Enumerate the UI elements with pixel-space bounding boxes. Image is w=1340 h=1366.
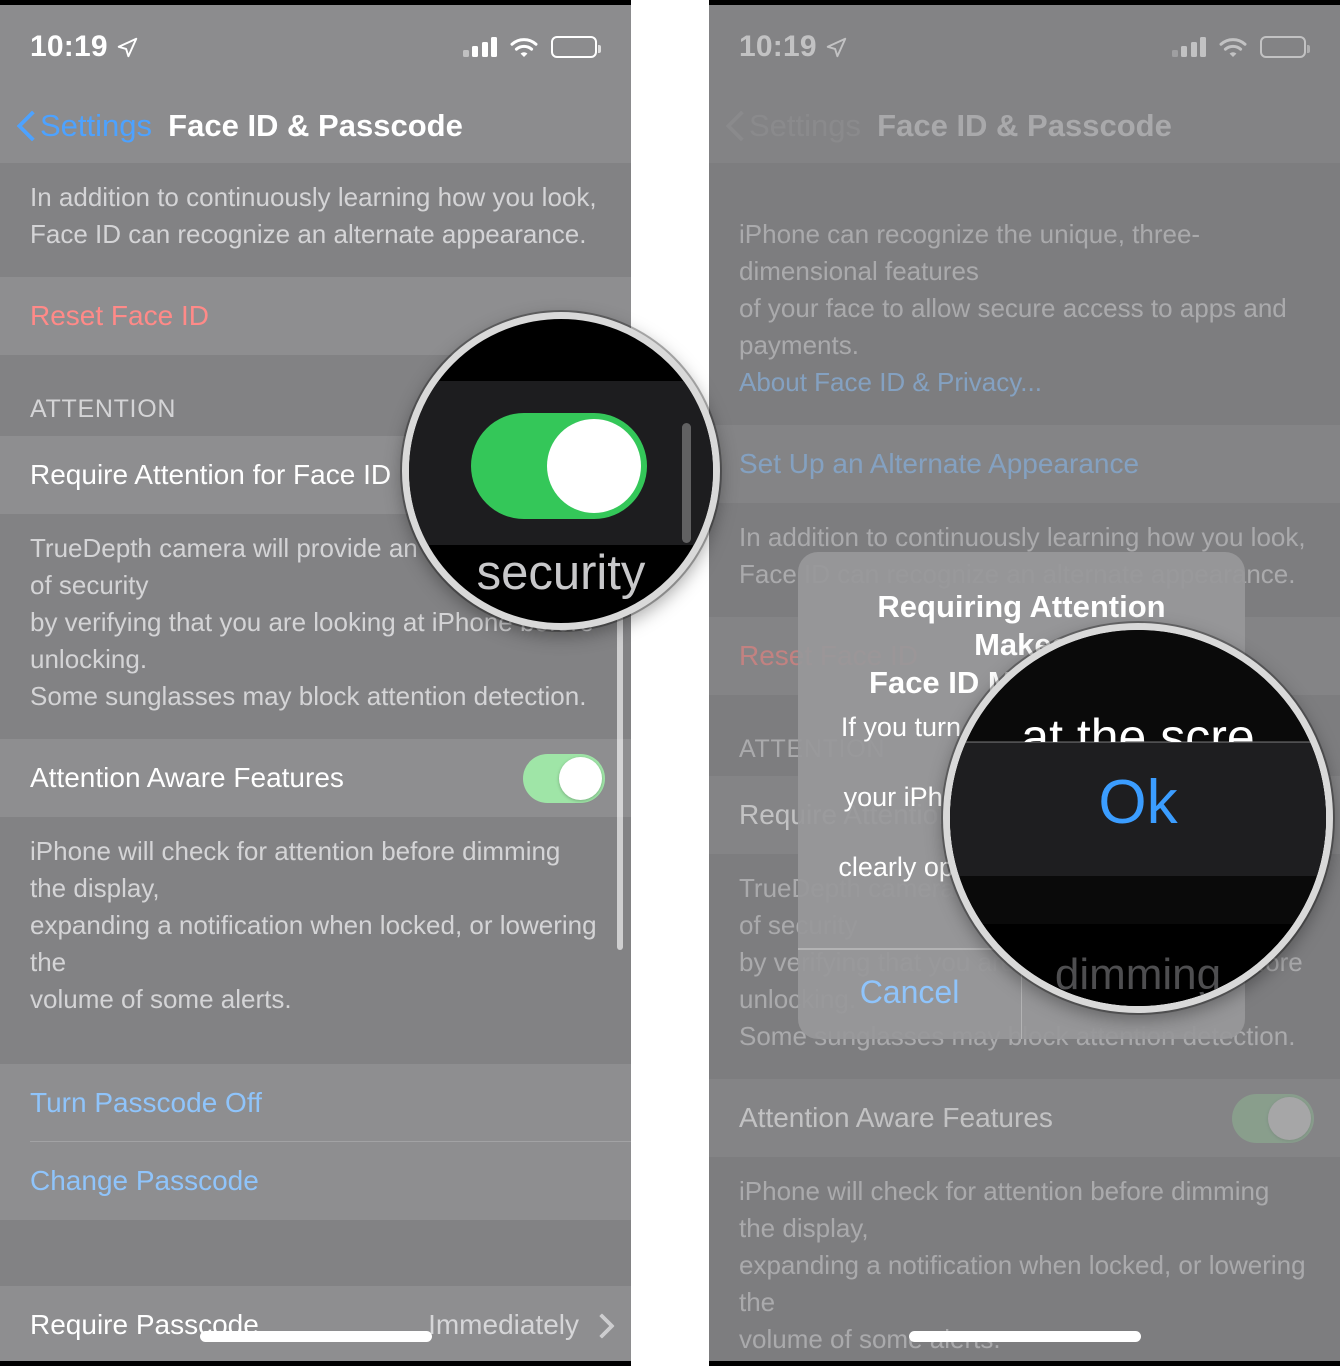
location-arrow-icon	[117, 37, 137, 57]
row-turn-passcode-off[interactable]: Turn Passcode Off	[0, 1064, 631, 1142]
phone-screen-left: 10:19 Settings Face ID & Passcode In add…	[0, 0, 631, 1366]
alternate-appearance-note: In addition to continuously learning how…	[0, 163, 631, 277]
status-bar: 10:19	[0, 5, 631, 89]
status-bar-time-group: 10:19	[30, 30, 138, 64]
row-change-passcode[interactable]: Change Passcode	[0, 1142, 631, 1220]
navigation-bar: Settings Face ID & Passcode	[709, 89, 1340, 163]
wifi-icon	[1219, 37, 1247, 57]
face-id-intro-text: iPhone can recognize the unique, three-d…	[739, 219, 1287, 360]
attention-aware-label: Attention Aware Features	[30, 762, 344, 793]
list-spacer	[0, 1042, 631, 1064]
back-button-label: Settings	[749, 108, 862, 143]
magnified-ok-label[interactable]: Ok	[950, 767, 1326, 838]
require-passcode-value: Immediately	[428, 1309, 579, 1340]
row-require-passcode[interactable]: Require Passcode Immediately	[0, 1286, 631, 1361]
list-spacer	[0, 1220, 631, 1286]
row-attention-aware-features[interactable]: Attention Aware Features	[709, 1079, 1340, 1157]
home-indicator	[199, 1331, 432, 1342]
magnifier-ok-button: at the scre Ok dimming	[943, 623, 1333, 1013]
wifi-icon	[510, 37, 538, 57]
status-bar-time-group: 10:19	[739, 30, 847, 64]
back-button[interactable]: Settings	[18, 108, 152, 144]
attention-aware-toggle[interactable]	[1232, 1093, 1314, 1143]
back-button-label: Settings	[40, 108, 153, 143]
status-bar-indicators	[462, 36, 601, 58]
about-face-id-privacy-link[interactable]: About Face ID & Privacy...	[739, 367, 1042, 397]
status-bar: 10:19	[709, 5, 1340, 89]
chevron-left-icon	[18, 111, 35, 141]
status-bar-time: 10:19	[30, 30, 108, 63]
face-id-intro-note: iPhone can recognize the unique, three-d…	[709, 163, 1340, 425]
attention-aware-label: Attention Aware Features	[739, 1102, 1053, 1133]
row-set-up-alternate-appearance[interactable]: Set Up an Alternate Appearance	[709, 425, 1340, 503]
chevron-left-icon	[727, 111, 744, 141]
location-arrow-icon	[826, 37, 846, 57]
chevron-right-icon	[593, 1314, 605, 1336]
cellular-signal-icon	[462, 37, 497, 57]
status-bar-indicators	[1171, 36, 1310, 58]
magnified-scrollbar	[682, 423, 691, 543]
change-passcode-label: Change Passcode	[30, 1165, 259, 1196]
turn-passcode-off-label: Turn Passcode Off	[30, 1087, 262, 1118]
home-indicator	[908, 1331, 1141, 1342]
magnified-text-dimming: dimming	[1054, 950, 1222, 999]
magnified-text-security: security	[476, 546, 646, 600]
battery-icon	[1260, 36, 1310, 58]
set-up-alternate-label: Set Up an Alternate Appearance	[739, 448, 1140, 479]
battery-icon	[551, 36, 601, 58]
attention-aware-toggle[interactable]	[523, 753, 605, 803]
magnifier-require-attention-toggle: security	[402, 312, 720, 630]
row-attention-aware-features[interactable]: Attention Aware Features	[0, 739, 631, 817]
attention-aware-note: iPhone will check for attention before d…	[0, 817, 631, 1042]
screenshot-stage: 10:19 Settings Face ID & Passcode In add…	[0, 0, 1340, 1366]
status-bar-time: 10:19	[739, 30, 817, 63]
magnified-button-divider	[950, 741, 1326, 743]
magnified-toggle-on[interactable]	[471, 413, 647, 519]
navigation-bar: Settings Face ID & Passcode	[0, 89, 631, 163]
cellular-signal-icon	[1171, 37, 1206, 57]
back-button[interactable]: Settings	[727, 108, 861, 144]
